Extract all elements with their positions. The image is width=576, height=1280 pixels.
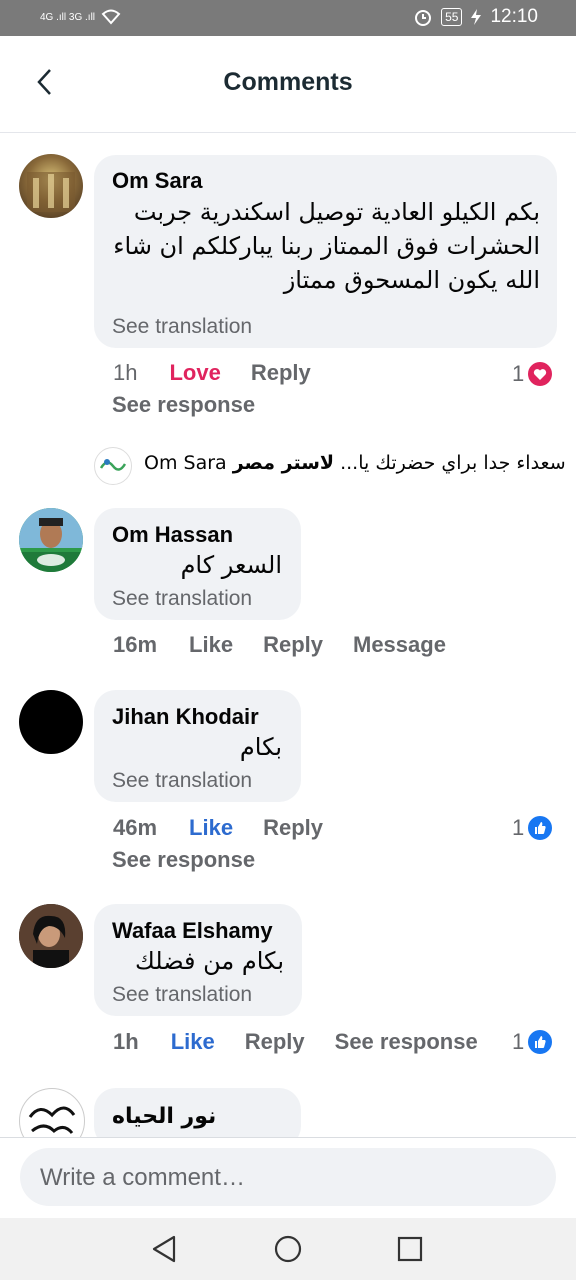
see-response-link[interactable]: See response [335,1029,478,1055]
reply-preview[interactable]: Om Sara سعداء جدا براي حضرتك يا... لاستر… [94,446,566,486]
profile-photo [19,904,83,968]
comment-bubble[interactable]: Wafaa Elshamy بكام من فضلك See translati… [94,904,302,1016]
battery-indicator: 55 [441,8,463,26]
comment-actions: 16m Like Reply Message [113,632,476,658]
reaction-number: 1 [512,361,525,386]
comment-time: 46m [113,815,158,840]
signal-indicators: 4G .ıll 3G .ıll [40,9,121,25]
mosque-image [27,172,75,212]
page-logo-icon [97,450,129,482]
reply-preview-body: Om Sara سعداء جدا براي حضرتك يا... [144,452,566,474]
comment-time: 16m [113,632,158,657]
love-button[interactable]: Love [169,360,220,386]
comment-text: بكام من فضلك [135,947,284,975]
profile-photo [19,508,83,572]
see-response-link[interactable]: See response [112,847,255,873]
comment-composer[interactable] [20,1148,556,1208]
see-translation-link[interactable]: See translation [112,315,252,339]
comment-author[interactable]: Jihan Khodair [112,704,259,730]
reaction-number: 1 [512,815,525,840]
like-button[interactable]: Like [189,632,233,658]
reply-preview-text: Om Sara سعداء جدا براي حضرتك يا... لاستر… [144,452,566,474]
see-translation-link[interactable]: See translation [112,983,252,1007]
avatar[interactable] [19,904,83,968]
reaction-count[interactable]: 1 [512,360,555,388]
page-title: Comments [223,68,353,96]
comment-time: 1h [113,1029,139,1054]
status-bar: 4G .ıll 3G .ıll 55 12:10 [0,0,576,36]
comment-author[interactable]: Wafaa Elshamy [112,918,273,944]
comment-author[interactable]: Om Sara [112,168,203,194]
thumbs-up-icon [526,1028,555,1056]
comments-header: Comments [0,36,576,133]
comment-text: السعر كام [180,551,282,579]
system-nav-bar [0,1218,576,1280]
reaction-number: 1 [512,1029,525,1054]
page-avatar [94,447,132,485]
comment-bubble[interactable]: Om Sara بكم الكيلو العادية توصيل اسكندري… [94,155,557,348]
reply-button[interactable]: Reply [251,360,311,386]
avatar[interactable] [19,508,83,572]
avatar[interactable] [19,690,83,754]
reply-button[interactable]: Reply [245,1029,305,1055]
comment-text: بكم الكيلو العادية توصيل اسكندرية جربت ا… [113,198,540,294]
comment-time: 1h [113,360,138,385]
reaction-count[interactable]: 1 [512,814,555,842]
message-button[interactable]: Message [353,632,446,658]
comment-composer-bar [0,1137,576,1218]
comment-bubble[interactable]: Om Hassan السعر كام See translation [94,508,301,620]
nav-back-icon[interactable] [148,1233,180,1265]
thumbs-up-icon [526,814,555,842]
like-button[interactable]: Like [189,815,233,841]
comment-actions: 46m Like Reply [113,815,353,841]
nav-recents-icon[interactable] [394,1233,426,1265]
reply-button[interactable]: Reply [263,815,323,841]
see-translation-link[interactable]: See translation [112,587,252,611]
comment-actions: 1h Love Reply [113,360,341,386]
comment-bubble[interactable]: Jihan Khodair بكام See translation [94,690,301,802]
reply-button[interactable]: Reply [263,632,323,658]
alarm-icon [415,10,432,26]
comment-author[interactable]: نور الحياه [112,1104,216,1129]
comment-actions: 1h Like Reply See response [113,1029,508,1055]
avatar[interactable] [19,154,83,218]
comment-input[interactable] [38,1148,522,1208]
like-button[interactable]: Like [171,1029,215,1055]
reaction-count[interactable]: 1 [512,1028,555,1056]
comment-author[interactable]: Om Hassan [112,522,233,548]
wifi-icon [101,9,121,25]
clock: 12:10 [490,6,538,27]
nav-home-icon[interactable] [272,1233,304,1265]
charging-icon [471,9,482,25]
comment-text: بكام [239,733,282,761]
signal-text: 4G .ıll 3G .ıll [40,11,96,23]
reply-preview-author[interactable]: لاستر مصر [233,452,334,474]
heart-icon [526,360,555,388]
see-response-link[interactable]: See response [112,392,255,418]
see-translation-link[interactable]: See translation [112,769,252,793]
